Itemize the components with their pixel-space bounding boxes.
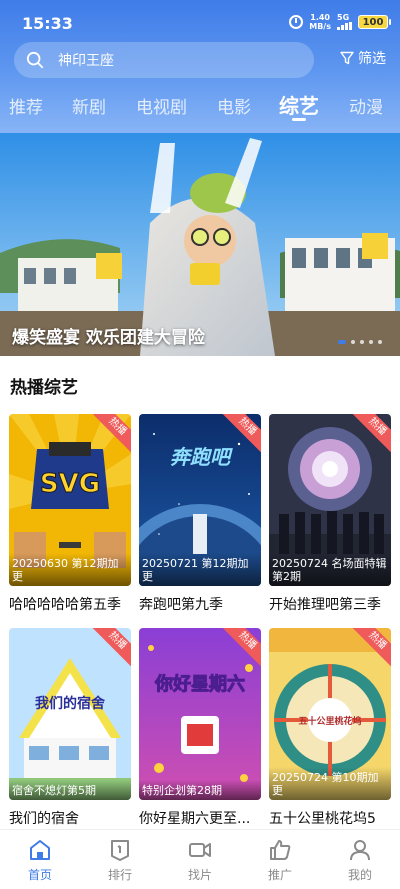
update-info: 特别企划第28期 xyxy=(139,780,261,800)
show-card[interactable]: 我们的宿舍 热播 宿舍不熄灯第5期 我们的宿舍 xyxy=(9,628,131,828)
filter-icon xyxy=(340,51,354,65)
nav-label: 我的 xyxy=(347,868,372,882)
show-title: 你好星期六更至... xyxy=(139,811,251,827)
search-query: 神印王座 xyxy=(58,53,114,69)
hot-badge: 热播 xyxy=(221,414,261,454)
hot-badge: 热播 xyxy=(91,414,131,454)
banner-caption: 爆笑盛宴 欢乐团建大冒险 xyxy=(12,328,205,348)
home-icon xyxy=(30,840,50,860)
show-card[interactable]: 你好星期六 热播 特别企划第28期 你好星期六更至... xyxy=(139,628,261,828)
nav-label: 首页 xyxy=(27,868,52,882)
status-indicators: 1.40 MB/s 5G 100 xyxy=(289,13,391,31)
signal-label: 5G xyxy=(337,13,350,22)
thumb-up-icon xyxy=(270,840,291,860)
network-speed: 1.40 MB/s xyxy=(309,13,331,31)
poster-title-text: SVG xyxy=(40,469,100,499)
ranking-icon xyxy=(111,840,129,861)
show-poster: 奔跑吧 热播 20250721 第12期加更 xyxy=(139,414,261,586)
hot-badge: 热播 xyxy=(351,414,391,454)
poster-title-text: 我们的宿舍 xyxy=(35,695,106,712)
bottom-navigation: 首页 排行 找片 推广 我的 xyxy=(0,829,400,889)
filter-label: 筛选 xyxy=(358,51,386,67)
show-title: 奔跑吧第九季 xyxy=(139,597,223,613)
nav-label: 排行 xyxy=(107,868,132,882)
alarm-icon xyxy=(289,15,304,29)
show-poster: 热播 20250724 名场面特辑第2期 xyxy=(269,414,391,586)
pagination-dot[interactable] xyxy=(338,340,346,344)
show-card[interactable]: 热播 20250724 名场面特辑第2期 开始推理吧第三季 xyxy=(269,414,391,614)
show-poster: 我们的宿舍 热播 宿舍不熄灯第5期 xyxy=(9,628,131,800)
show-card[interactable]: 奔跑吧 热播 20250721 第12期加更 奔跑吧第九季 xyxy=(139,414,261,614)
featured-banner[interactable]: 爆笑盛宴 欢乐团建大冒险 xyxy=(0,133,400,356)
update-info: 20250724 第10期加更 xyxy=(269,767,391,800)
update-info: 宿舍不熄灯第5期 xyxy=(9,780,131,800)
nav-ranking[interactable]: 排行 xyxy=(90,838,150,883)
user-icon xyxy=(350,840,370,861)
tab-anime[interactable]: 动漫 xyxy=(349,93,383,118)
pagination-dot[interactable] xyxy=(360,340,364,344)
search-input[interactable]: 神印王座 xyxy=(14,42,314,78)
top-header: 15:33 1.40 MB/s 5G 100 神印王座 筛选 推荐 新剧 电视剧… xyxy=(0,0,400,133)
tab-new-series[interactable]: 新剧 xyxy=(72,93,106,118)
section-title: 热播综艺 xyxy=(10,378,78,398)
filter-button[interactable]: 筛选 xyxy=(339,48,386,68)
status-time: 15:33 xyxy=(22,14,73,33)
battery-icon: 100 xyxy=(358,15,391,29)
hot-badge: 热播 xyxy=(221,628,261,668)
active-tab-indicator xyxy=(292,118,306,121)
show-card[interactable]: SVG 热播 20250630 第12期加更 哈哈哈哈哈第五季 xyxy=(9,414,131,614)
poster-title-text: 五十公里桃花坞 xyxy=(298,715,361,727)
pagination-dot[interactable] xyxy=(378,340,382,344)
nav-home[interactable]: 首页 xyxy=(10,838,70,883)
network-speed-value: 1.40 xyxy=(310,13,330,22)
update-info: 20250721 第12期加更 xyxy=(139,553,261,586)
tab-movies[interactable]: 电影 xyxy=(217,93,251,118)
show-title: 五十公里桃花坞5 xyxy=(269,811,376,827)
show-title: 我们的宿舍 xyxy=(9,811,79,827)
tab-tv-series[interactable]: 电视剧 xyxy=(136,93,187,118)
show-title: 开始推理吧第三季 xyxy=(269,597,381,613)
nav-profile[interactable]: 我的 xyxy=(330,838,390,883)
nav-promote[interactable]: 推广 xyxy=(250,838,310,883)
video-camera-icon xyxy=(189,843,211,857)
show-poster: SVG 热播 20250630 第12期加更 xyxy=(9,414,131,586)
signal-icon: 5G xyxy=(337,14,352,30)
tab-variety[interactable]: 综艺 xyxy=(279,90,319,119)
hot-badge: 热播 xyxy=(351,628,391,668)
banner-pagination[interactable] xyxy=(338,340,382,344)
pagination-dot[interactable] xyxy=(369,340,373,344)
show-poster: 你好星期六 热播 特别企划第28期 xyxy=(139,628,261,800)
category-tabs: 推荐 新剧 电视剧 电影 综艺 动漫 xyxy=(0,88,400,124)
update-info: 20250724 名场面特辑第2期 xyxy=(269,553,391,586)
network-speed-unit: MB/s xyxy=(309,22,331,31)
search-icon xyxy=(26,51,44,69)
pagination-dot[interactable] xyxy=(351,340,355,344)
hot-badge: 热播 xyxy=(91,628,131,668)
nav-find-videos[interactable]: 找片 xyxy=(170,838,230,883)
nav-label: 找片 xyxy=(187,868,212,882)
show-title: 哈哈哈哈哈第五季 xyxy=(9,597,121,613)
update-info: 20250630 第12期加更 xyxy=(9,553,131,586)
poster-title-text: 你好星期六 xyxy=(154,673,245,695)
tab-recommend[interactable]: 推荐 xyxy=(9,93,43,118)
show-poster: 五十公里桃花坞 热播 20250724 第10期加更 xyxy=(269,628,391,800)
nav-label: 推广 xyxy=(267,868,292,882)
status-bar: 15:33 1.40 MB/s 5G 100 xyxy=(0,0,400,44)
show-card[interactable]: 五十公里桃花坞 热播 20250724 第10期加更 五十公里桃花坞5 xyxy=(269,628,391,828)
